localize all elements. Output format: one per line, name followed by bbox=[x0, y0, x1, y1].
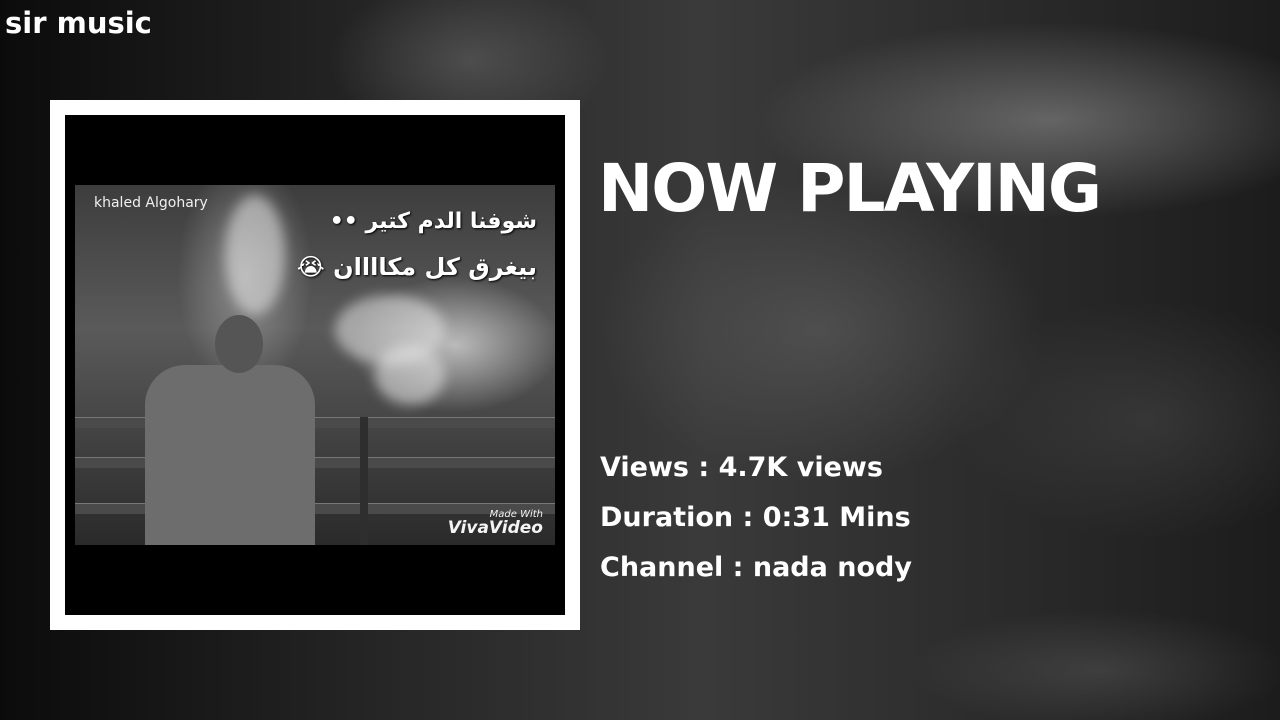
figure-head bbox=[215, 315, 263, 373]
fence-post bbox=[360, 417, 368, 545]
art-caption-line-1: شوفنا الدم كتير •• bbox=[329, 209, 537, 234]
channel-text: Channel : nada nody bbox=[600, 552, 912, 583]
art-caption-line-2: بيغرق كل مكاااان 😭 bbox=[296, 253, 537, 281]
album-art: khaled Algohary شوفنا الدم كتير •• بيغرق… bbox=[65, 115, 565, 615]
smoke-shape bbox=[225, 195, 285, 315]
watermark-brand: VivaVideo bbox=[447, 518, 543, 538]
art-credit: khaled Algohary bbox=[94, 195, 208, 211]
smoke-shape bbox=[375, 345, 445, 405]
views-text: Views : 4.7K views bbox=[600, 452, 883, 483]
brand-title: sir music bbox=[5, 6, 152, 40]
duration-text: Duration : 0:31 Mins bbox=[600, 502, 911, 533]
now-playing-screen: sir music khaled Algohary شوفنا الدم كتي… bbox=[0, 0, 1280, 720]
watermark: Made With VivaVideo bbox=[448, 510, 543, 537]
album-art-frame: khaled Algohary شوفنا الدم كتير •• بيغرق… bbox=[50, 100, 580, 630]
album-art-photo: khaled Algohary شوفنا الدم كتير •• بيغرق… bbox=[75, 185, 555, 545]
now-playing-heading: NOW PLAYING bbox=[598, 150, 1102, 227]
figure-body bbox=[145, 365, 315, 545]
